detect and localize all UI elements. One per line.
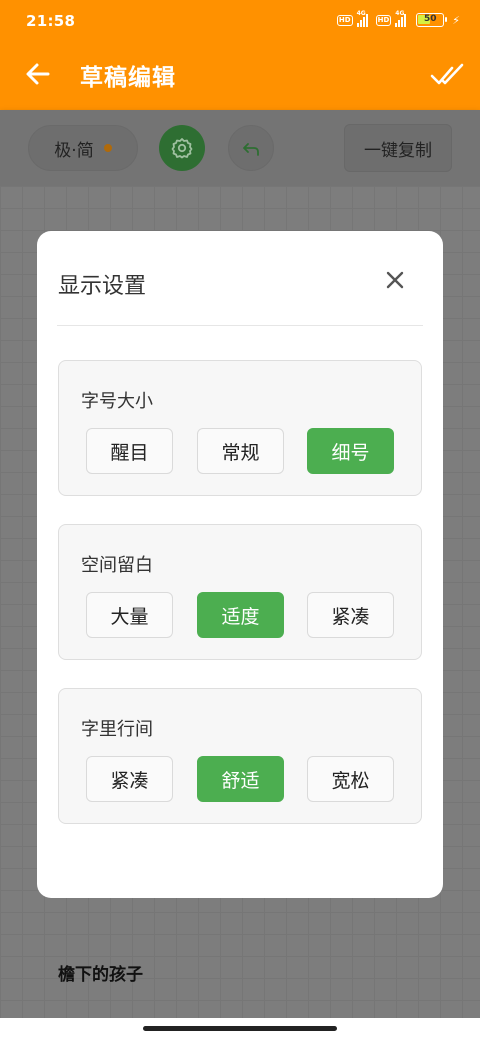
hd-icon: HD: [336, 14, 353, 26]
mode-toggle[interactable]: 极·简: [28, 125, 138, 171]
draft-title: 檐下的孩子: [58, 965, 143, 985]
status-icons: HD 4G HD 4G 50 ⚡: [336, 10, 460, 27]
option-button[interactable]: 常规: [197, 428, 284, 474]
status-bar: 21:58 HD 4G HD 4G 50 ⚡: [0, 0, 480, 44]
app-bar: 草稿编辑: [0, 44, 480, 110]
option-button[interactable]: 紧凑: [86, 756, 173, 802]
status-time: 21:58: [26, 12, 76, 30]
display-settings-dialog: 显示设置 字号大小 醒目 常规 细号 空间留白 大量 适度 紧凑 字里行间 紧凑…: [37, 231, 443, 898]
spacing-section: 空间留白 大量 适度 紧凑: [58, 524, 422, 660]
signal-icon: 4G: [356, 10, 368, 27]
dialog-divider: [57, 325, 423, 326]
undo-button[interactable]: [228, 125, 274, 171]
battery-icon: 50: [416, 13, 448, 27]
home-indicator[interactable]: [143, 1026, 337, 1031]
dialog-title: 显示设置: [58, 274, 147, 299]
network-type-label: 4G: [395, 10, 405, 17]
page-title: 草稿编辑: [80, 65, 176, 91]
option-button[interactable]: 舒适: [197, 756, 284, 802]
mode-indicator-dot: [103, 144, 112, 152]
font-size-section: 字号大小 醒目 常规 细号: [58, 360, 422, 496]
network-type-label: 4G: [356, 10, 366, 17]
option-button[interactable]: 醒目: [86, 428, 173, 474]
line-spacing-section: 字里行间 紧凑 舒适 宽松: [58, 688, 422, 824]
close-icon[interactable]: [385, 270, 405, 290]
hd-icon: HD: [375, 14, 392, 26]
done-all-icon[interactable]: [430, 60, 464, 88]
section-label: 字号大小: [81, 391, 153, 412]
mode-label: 极·简: [54, 140, 94, 161]
settings-button[interactable]: [159, 125, 205, 171]
option-button[interactable]: 紧凑: [307, 592, 394, 638]
undo-icon: [243, 143, 259, 156]
top-bar: 21:58 HD 4G HD 4G 50 ⚡ 草稿编辑: [0, 0, 480, 110]
signal-icon: 4G: [395, 10, 407, 27]
section-label: 空间留白: [81, 555, 153, 576]
back-arrow-icon[interactable]: [22, 58, 54, 90]
option-button[interactable]: 大量: [86, 592, 173, 638]
charging-icon: ⚡: [452, 13, 460, 27]
section-label: 字里行间: [81, 719, 153, 740]
battery-level: 50: [424, 14, 437, 24]
option-button[interactable]: 宽松: [307, 756, 394, 802]
option-button[interactable]: 适度: [197, 592, 284, 638]
option-button[interactable]: 细号: [307, 428, 394, 474]
gear-icon: [171, 138, 193, 159]
copy-all-button[interactable]: 一键复制: [344, 124, 452, 172]
